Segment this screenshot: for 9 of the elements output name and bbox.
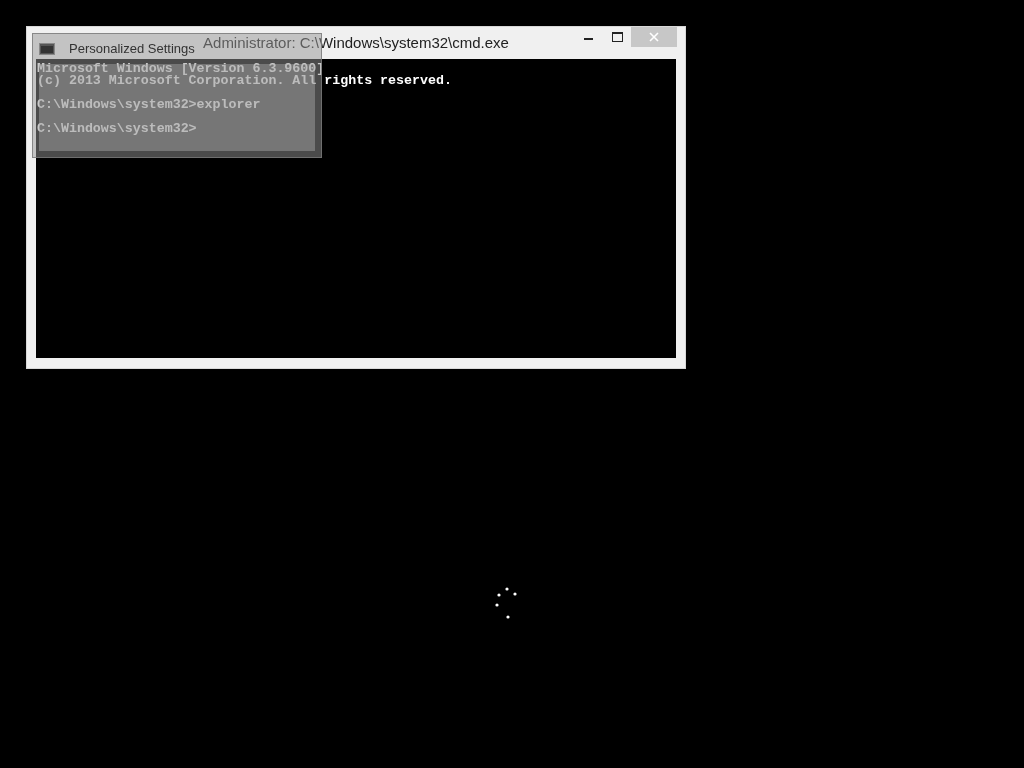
console-line: Microsoft Windows [Version 6.3.9600]: [37, 63, 325, 75]
maximize-icon: [611, 32, 623, 42]
console-line: C:\Windows\system32>explorer: [37, 99, 262, 111]
window-title: Administrator: C:\Windows\system32\cmd.exe: [203, 32, 509, 53]
close-icon: [649, 32, 659, 42]
console-line: C:\Windows\system32>: [37, 123, 198, 135]
console-icon: [39, 43, 55, 55]
dialog-title: Personalized Settings: [69, 40, 195, 59]
console-line: (c) 2013 Microsoft Corporation. All rights reserved.: [37, 75, 453, 87]
